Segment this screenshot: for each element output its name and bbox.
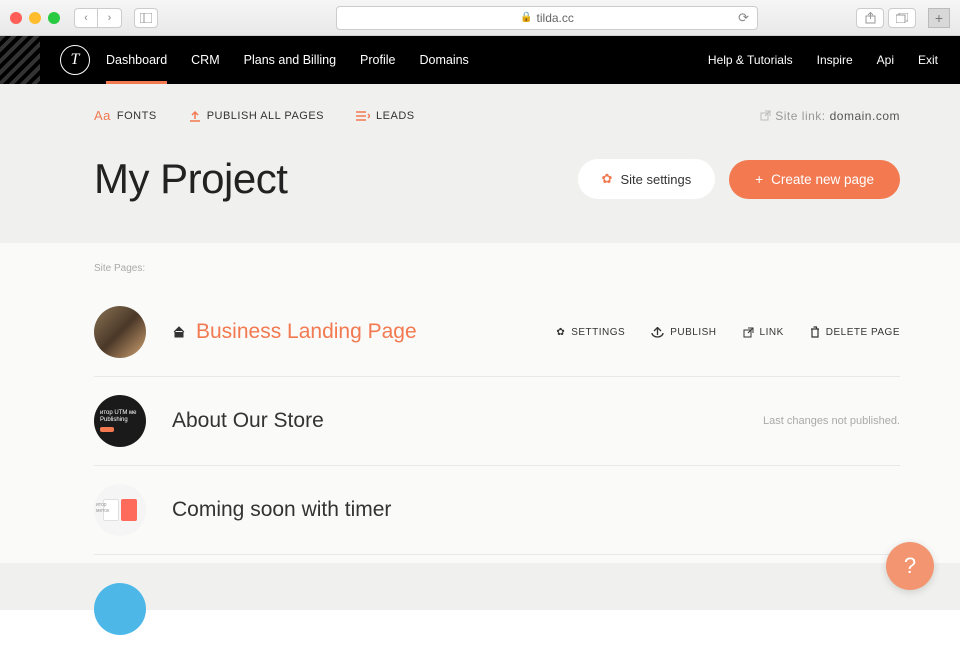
external-link-icon xyxy=(760,110,771,121)
gear-icon: ✿ xyxy=(556,327,565,338)
share-button[interactable] xyxy=(856,8,884,28)
nav-plans-billing[interactable]: Plans and Billing xyxy=(244,37,336,83)
page-title[interactable]: Coming soon with timer xyxy=(172,498,391,522)
decorative-pattern xyxy=(0,36,40,84)
page-settings-button[interactable]: ✿ SETTINGS xyxy=(556,326,625,338)
logo[interactable]: T xyxy=(60,45,90,75)
upload-icon xyxy=(189,110,201,122)
sidebar-toggle-button[interactable] xyxy=(134,8,158,28)
main-nav: T Dashboard CRM Plans and Billing Profil… xyxy=(0,36,960,84)
fonts-icon: Aa xyxy=(94,108,111,123)
refresh-icon[interactable]: ⟳ xyxy=(738,10,749,26)
tabs-icon xyxy=(896,13,908,23)
nav-api[interactable]: Api xyxy=(877,37,894,83)
page-link-button[interactable]: LINK xyxy=(743,326,784,338)
forward-button[interactable]: › xyxy=(98,8,122,28)
page-title[interactable]: Business Landing Page xyxy=(196,320,417,344)
maximize-window-button[interactable] xyxy=(48,12,60,24)
page-thumbnail[interactable] xyxy=(94,306,146,358)
sidebar-icon xyxy=(140,13,152,23)
site-link-label: Site link: xyxy=(775,109,825,123)
page-row[interactable]: Business Landing Page ✿ SETTINGS PUBLISH xyxy=(94,288,900,377)
gear-icon: ✿ xyxy=(602,171,613,187)
leads-button[interactable]: LEADS xyxy=(356,110,415,122)
share-icon xyxy=(865,12,876,24)
nav-profile[interactable]: Profile xyxy=(360,37,395,83)
page-delete-button[interactable]: DELETE PAGE xyxy=(810,326,900,338)
page-thumbnail[interactable] xyxy=(94,583,146,635)
help-button[interactable]: ? xyxy=(886,542,934,590)
nav-crm[interactable]: CRM xyxy=(191,37,219,83)
publish-all-button[interactable]: PUBLISH ALL PAGES xyxy=(189,110,324,122)
url-text: tilda.cc xyxy=(537,11,574,25)
settings-button-label: Site settings xyxy=(620,172,691,187)
pages-label: Site Pages: xyxy=(94,263,900,274)
fonts-label: FONTS xyxy=(117,110,157,122)
project-title: My Project xyxy=(94,155,287,203)
content-area: Aa FONTS PUBLISH ALL PAGES LEADS Site li… xyxy=(0,84,960,610)
tabs-button[interactable] xyxy=(888,8,916,28)
leads-icon xyxy=(356,111,370,121)
site-link-domain: domain.com xyxy=(830,109,900,123)
trash-icon xyxy=(810,326,820,338)
project-header: My Project ✿ Site settings + Create new … xyxy=(0,123,960,243)
publish-all-label: PUBLISH ALL PAGES xyxy=(207,110,324,122)
new-tab-button[interactable]: + xyxy=(928,8,950,28)
plus-icon: + xyxy=(755,172,763,187)
minimize-window-button[interactable] xyxy=(29,12,41,24)
page-status: Last changes not published. xyxy=(763,415,900,427)
back-button[interactable]: ‹ xyxy=(74,8,98,28)
traffic-lights xyxy=(10,12,60,24)
external-link-icon xyxy=(743,327,754,338)
fonts-button[interactable]: Aa FONTS xyxy=(94,108,157,123)
lock-icon: 🔒 xyxy=(520,12,532,23)
pages-section: Site Pages: Business Landing Page ✿ SETT… xyxy=(0,243,960,563)
create-button-label: Create new page xyxy=(771,172,874,187)
home-icon xyxy=(172,325,186,339)
nav-inspire[interactable]: Inspire xyxy=(817,37,853,83)
nav-domains[interactable]: Domains xyxy=(419,37,468,83)
project-toolbar: Aa FONTS PUBLISH ALL PAGES LEADS Site li… xyxy=(0,84,960,123)
leads-label: LEADS xyxy=(376,110,415,122)
page-row[interactable] xyxy=(94,555,900,653)
nav-help-tutorials[interactable]: Help & Tutorials xyxy=(708,37,793,83)
create-page-button[interactable]: + Create new page xyxy=(729,160,900,199)
help-icon: ? xyxy=(904,553,916,579)
site-link[interactable]: Site link: domain.com xyxy=(760,109,900,123)
site-settings-button[interactable]: ✿ Site settings xyxy=(578,159,716,199)
browser-chrome: ‹ › 🔒 tilda.cc ⟳ + xyxy=(0,0,960,36)
page-publish-button[interactable]: PUBLISH xyxy=(651,326,716,338)
page-thumbnail[interactable]: иторметок xyxy=(94,484,146,536)
page-row[interactable]: итор UTM ме Publishing About Our Store L… xyxy=(94,377,900,466)
nav-dashboard[interactable]: Dashboard xyxy=(106,37,167,83)
page-row[interactable]: иторметок Coming soon with timer xyxy=(94,466,900,555)
close-window-button[interactable] xyxy=(10,12,22,24)
page-title[interactable]: About Our Store xyxy=(172,409,324,433)
nav-exit[interactable]: Exit xyxy=(918,37,938,83)
address-bar[interactable]: 🔒 tilda.cc ⟳ xyxy=(336,6,758,30)
publish-icon xyxy=(651,327,664,338)
page-thumbnail[interactable]: итор UTM ме Publishing xyxy=(94,395,146,447)
